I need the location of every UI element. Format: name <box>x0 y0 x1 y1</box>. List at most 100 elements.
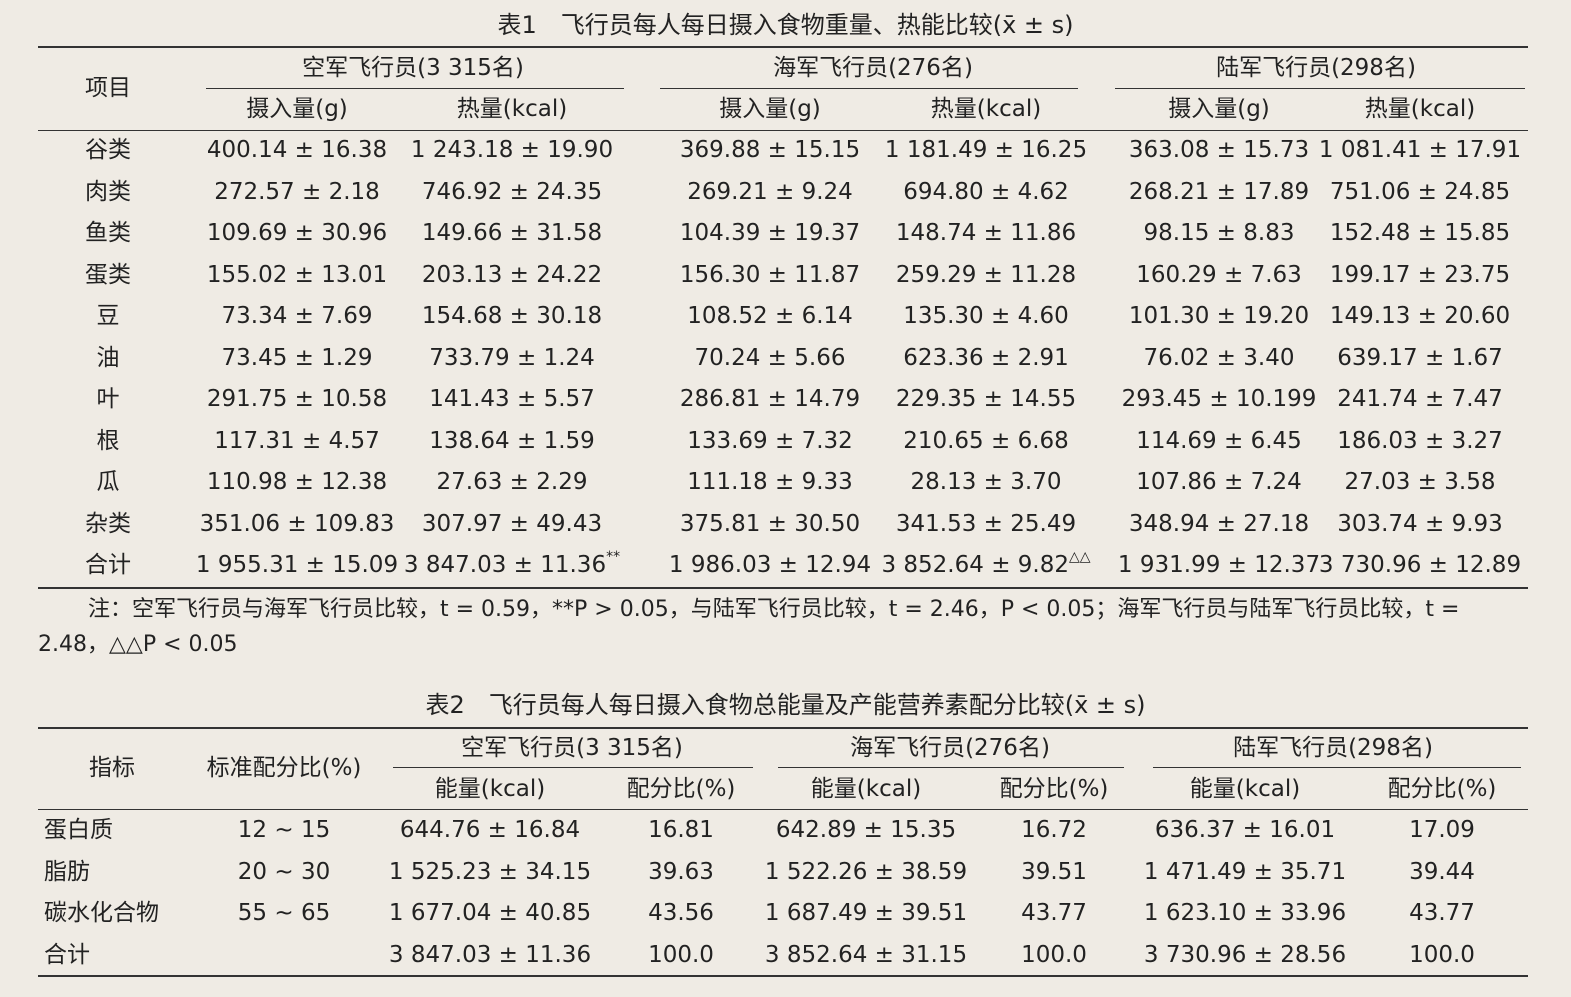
table1-row-label: 肉类 <box>85 178 131 205</box>
table2-caption: 表2 飞行员每人每日摄入食物总能量及产能营养素配分比较(x̄ ± s) <box>425 691 1146 719</box>
table1-cell: 1 931.99 ± 12.37 <box>1117 552 1321 578</box>
table2-cell: 16.81 <box>648 817 714 843</box>
table1-cell: 73.45 ± 1.29 <box>221 344 373 371</box>
table1-cell: 210.65 ± 6.68 <box>903 427 1069 454</box>
table1-cell: 1 986.03 ± 12.94 <box>668 552 872 578</box>
table1-cell: 110.98 ± 12.38 <box>206 469 388 495</box>
table2-subcol-header: 配分比(%) <box>999 776 1109 802</box>
table2-cell: 43.56 <box>648 900 714 926</box>
table2-cell: 1 522.26 ± 38.59 <box>764 858 968 885</box>
table2-row-label: 碳水化合物 <box>44 900 159 926</box>
table1-cell: 149.13 ± 20.60 <box>1329 303 1511 329</box>
table1-row-label: 鱼类 <box>85 220 131 246</box>
table1-cell: 286.81 ± 14.79 <box>679 386 861 412</box>
table1-row-label: 杂类 <box>85 510 131 537</box>
table1-cell: 1 081.41 ± 17.91 <box>1318 137 1522 163</box>
table2-group-air: 空军飞行员(3 315名) <box>461 735 683 761</box>
table2-group-army: 陆军飞行员(298名) <box>1233 735 1433 761</box>
table1-cell: 148.74 ± 11.86 <box>895 220 1077 246</box>
table1-cell: 293.45 ± 10.199 <box>1121 386 1317 412</box>
table1-cell: 28.13 ± 3.70 <box>910 469 1062 495</box>
table1-cell: 107.86 ± 7.24 <box>1136 469 1302 495</box>
table1-group-rule <box>1115 88 1525 89</box>
table1-cell: 101.30 ± 19.20 <box>1128 303 1310 329</box>
table2-row-label: 合计 <box>44 941 90 968</box>
table1-cell: 154.68 ± 30.18 <box>421 303 603 329</box>
table1-row-label: 根 <box>96 427 120 454</box>
table1-cell: 138.64 ± 1.59 <box>429 427 595 454</box>
table2-cell: 3 730.96 ± 28.56 <box>1143 941 1347 968</box>
table2-cell: 3 852.64 ± 31.15 <box>764 941 968 968</box>
table2-standard-cell: 20 ~ 30 <box>237 858 331 885</box>
table1-subcol-header: 摄入量(g) <box>719 96 821 122</box>
table1-cell: 160.29 ± 7.63 <box>1136 261 1302 288</box>
table1-cell: 746.92 ± 24.35 <box>421 178 603 205</box>
table1-group-rule <box>206 88 624 89</box>
table1-cell: 269.21 ± 9.24 <box>687 178 853 205</box>
table1-cell: 241.74 ± 7.47 <box>1337 386 1503 412</box>
table1-subcol-header: 热量(kcal) <box>456 96 568 122</box>
table1-cell: 351.06 ± 109.83 <box>199 510 395 537</box>
table1-cell: 149.66 ± 31.58 <box>421 220 603 246</box>
table1-cell: 73.34 ± 7.69 <box>221 303 373 329</box>
table2-group-rule <box>1153 767 1521 768</box>
table1-cell: 291.75 ± 10.58 <box>206 386 388 412</box>
table1-cell: 186.03 ± 3.27 <box>1337 427 1503 454</box>
table2-subcol-header: 配分比(%) <box>1387 776 1497 802</box>
table2-group-navy: 海军飞行员(276名) <box>850 735 1050 761</box>
table1-cell: 400.14 ± 16.38 <box>206 137 388 163</box>
table1-cell: 1 955.31 ± 15.09 <box>195 552 399 578</box>
table1-cell: 155.02 ± 13.01 <box>206 261 388 288</box>
table1-cell: 303.74 ± 9.93 <box>1337 510 1503 537</box>
table2-row-label: 蛋白质 <box>44 817 113 843</box>
table1-cell: 152.48 ± 15.85 <box>1329 220 1511 246</box>
table2-cell: 39.44 <box>1409 858 1475 885</box>
table1-row-label: 瓜 <box>96 469 120 495</box>
table1-group-army: 陆军飞行员(298名) <box>1216 55 1416 81</box>
table2-subcol-header: 能量(kcal) <box>810 776 922 802</box>
table1-cell: 3 730.96 ± 12.89 <box>1318 552 1522 578</box>
table2-cell: 100.0 <box>1021 941 1087 968</box>
table1-cell: 203.13 ± 24.22 <box>421 261 603 288</box>
table1-cell: 27.03 ± 3.58 <box>1344 469 1496 495</box>
table1-cell: 114.69 ± 6.45 <box>1136 427 1302 454</box>
table1-subcol-header: 热量(kcal) <box>1364 96 1476 122</box>
table2-indicator-header: 指标 <box>89 755 135 781</box>
table2-cell: 642.89 ± 15.35 <box>775 817 957 843</box>
table2-standard-cell: 55 ~ 65 <box>237 900 331 926</box>
table2-cell: 43.77 <box>1021 900 1087 926</box>
table1-cell: 348.94 ± 27.18 <box>1128 510 1310 537</box>
table1-cell: 694.80 ± 4.62 <box>903 178 1069 205</box>
table2-group-rule <box>393 767 753 768</box>
table1-cell: 268.21 ± 17.89 <box>1128 178 1310 205</box>
table2-cell: 100.0 <box>1409 941 1475 968</box>
table1-cell: 733.79 ± 1.24 <box>429 344 595 371</box>
table1-row-label: 豆 <box>96 303 120 329</box>
table1-cell: 133.69 ± 7.32 <box>687 427 853 454</box>
table1-group-air: 空军飞行员(3 315名) <box>302 55 524 81</box>
table1-cell: 229.35 ± 14.55 <box>895 386 1077 412</box>
table2-cell: 16.72 <box>1021 817 1087 843</box>
table1-subcol-header: 热量(kcal) <box>930 96 1042 122</box>
table1-cell: 259.29 ± 11.28 <box>895 261 1077 288</box>
table1-cell: 3 852.64 ± 9.82△△ <box>881 549 1091 578</box>
table1-cell: 1 181.49 ± 16.25 <box>884 137 1088 163</box>
table2-cell: 43.77 <box>1409 900 1475 926</box>
table1-subcol-header: 摄入量(g) <box>1168 96 1270 122</box>
table2-bottom-rule <box>38 975 1528 977</box>
table1-cell: 369.88 ± 15.15 <box>679 137 861 163</box>
table1-cell: 135.30 ± 4.60 <box>903 303 1069 329</box>
table1-bottom-rule <box>38 587 1528 589</box>
table1-cell: 751.06 ± 24.85 <box>1329 178 1511 205</box>
table1-row-label: 合计 <box>85 552 131 578</box>
table2-cell: 1 687.49 ± 39.51 <box>764 900 968 926</box>
table1-cell: 70.24 ± 5.66 <box>694 344 846 371</box>
table1-cell: 104.39 ± 19.37 <box>679 220 861 246</box>
table1-cell: 117.31 ± 4.57 <box>214 427 380 454</box>
table2-cell: 39.51 <box>1021 858 1087 885</box>
table2-cell: 1 623.10 ± 33.96 <box>1143 900 1347 926</box>
table1-cell: 272.57 ± 2.18 <box>214 178 380 205</box>
table1-cell: 98.15 ± 8.83 <box>1143 220 1295 246</box>
table1-cell: 156.30 ± 11.87 <box>679 261 861 288</box>
table1-row-label: 油 <box>96 344 120 371</box>
